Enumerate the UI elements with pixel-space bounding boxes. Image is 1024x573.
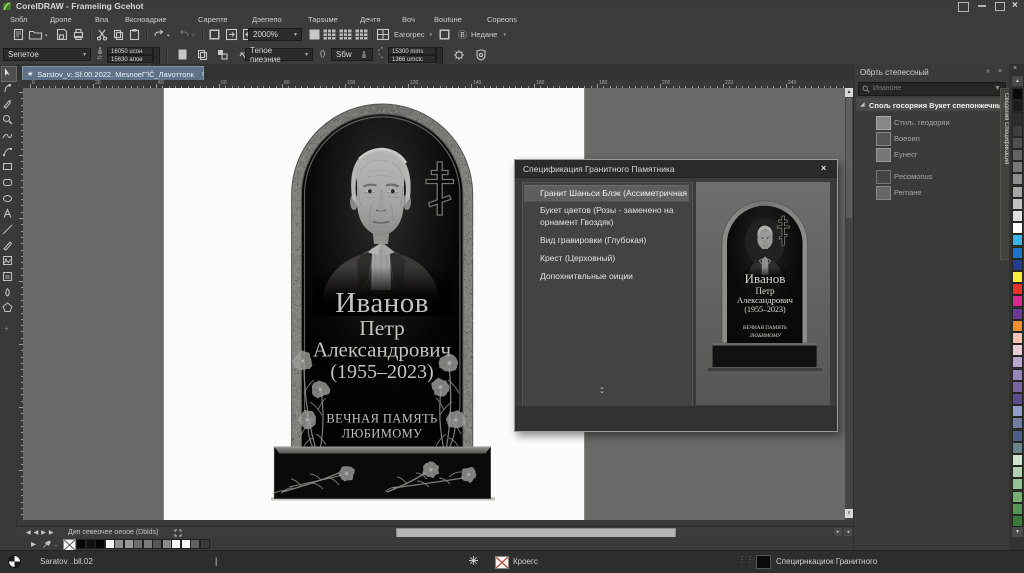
svg-text:(1955–2023): (1955–2023) <box>744 305 786 314</box>
svg-text:ВЕЧНАЯ ПАМЯТЬ: ВЕЧНАЯ ПАМЯТЬ <box>326 412 437 426</box>
svg-text:ЛЮБИМОМУ: ЛЮБИМОМУ <box>342 427 423 441</box>
svg-text:ВЕЧНАЯ ПАМЯТЬ: ВЕЧНАЯ ПАМЯТЬ <box>743 325 787 331</box>
svg-text:Александрович: Александрович <box>737 295 794 305</box>
svg-text:Александрович: Александрович <box>313 338 452 362</box>
svg-text:Иванов: Иванов <box>335 287 429 319</box>
svg-text:(1955–2023): (1955–2023) <box>330 361 433 383</box>
svg-text:Петр: Петр <box>359 316 404 340</box>
svg-text:ЛЮБИМОМУ: ЛЮБИМОМУ <box>748 333 782 339</box>
svg-text:Иванов: Иванов <box>745 271 786 286</box>
